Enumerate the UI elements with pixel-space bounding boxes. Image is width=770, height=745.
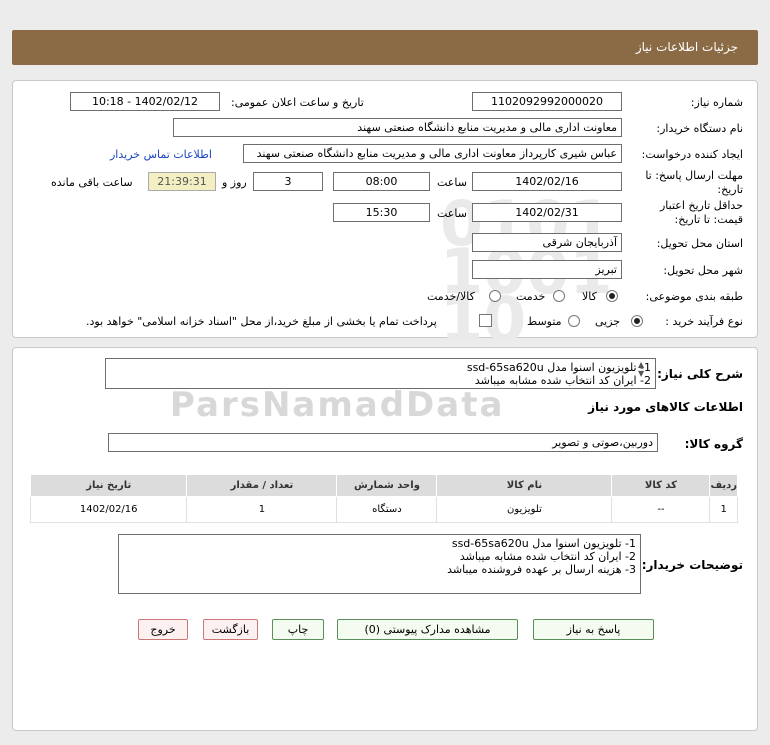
- purchase-type-option-medium: متوسط: [527, 315, 562, 328]
- category-option-service: خدمت: [516, 290, 546, 303]
- page-header: جزئیات اطلاعات نیاز: [12, 30, 758, 65]
- table-row: 1 -- تلویزیون دستگاه 1 1402/02/16: [29, 496, 738, 523]
- price-validity-date-field: 1402/02/31: [472, 203, 622, 222]
- reply-time-label: ساعت: [437, 176, 467, 189]
- col-need-date: تاریخ نیاز: [29, 474, 188, 497]
- need-number-label: شماره نیاز:: [690, 96, 743, 109]
- price-validity-label-line2: قیمت: تا تاریخ:: [674, 213, 743, 226]
- goods-info-title: اطلاعات کالاهای مورد نیاز: [588, 400, 743, 414]
- print-button[interactable]: چاپ: [272, 619, 324, 640]
- col-quantity: تعداد / مقدار: [186, 474, 338, 497]
- category-option-goods-service: کالا/خدمت: [427, 290, 475, 303]
- price-validity-label-line1: حداقل تاریخ اعتبار: [659, 199, 743, 212]
- cell-goods-code: --: [611, 496, 711, 523]
- purchase-type-radio-medium[interactable]: [568, 315, 580, 327]
- delivery-province-label: استان محل تحویل:: [656, 237, 743, 250]
- cell-row-number: 1: [709, 496, 738, 523]
- delivery-province-field: آذربایجان شرقی: [472, 233, 622, 252]
- category-radio-goods-service[interactable]: [489, 290, 501, 302]
- category-option-goods: کالا: [582, 290, 597, 303]
- buyer-org-label: نام دستگاه خریدار:: [656, 122, 743, 135]
- reply-button[interactable]: پاسخ به نیاز: [533, 619, 654, 640]
- watermark-text: ParsNamadData: [170, 385, 505, 425]
- cell-unit: دستگاه: [336, 496, 438, 523]
- col-goods-code: کد کالا: [611, 474, 711, 497]
- purchase-type-radio-minor[interactable]: [631, 315, 643, 327]
- back-button[interactable]: بازگشت: [203, 619, 258, 640]
- view-attachments-button[interactable]: مشاهده مدارک پیوستی (0): [337, 619, 518, 640]
- buyer-contact-link[interactable]: اطلاعات تماس خریدار: [110, 148, 212, 161]
- col-unit: واحد شمارش: [336, 474, 438, 497]
- col-row-number: ردیف: [709, 474, 738, 497]
- buyer-org-field: معاونت اداری مالی و مدیریت منابع دانشگاه…: [173, 118, 622, 137]
- need-number-field: 1102092992000020: [472, 92, 622, 111]
- announce-datetime-field: 1402/02/12 - 10:18: [70, 92, 220, 111]
- goods-group-label: گروه کالا:: [684, 437, 743, 451]
- col-goods-name: نام کالا: [436, 474, 613, 497]
- requester-field: عباس شیری کارپرداز معاونت اداری مالی و م…: [243, 144, 622, 163]
- goods-table: ردیف کد کالا نام کالا واحد شمارش تعداد /…: [29, 474, 738, 523]
- buyer-notes-label: توضیحات خریدار:: [641, 558, 743, 572]
- time-remaining-field: 21:39:31: [148, 172, 216, 191]
- scroll-arrows-icon[interactable]: ▲ ▼: [638, 360, 644, 378]
- cell-need-date: 1402/02/16: [29, 496, 188, 523]
- reply-deadline-label-line1: مهلت ارسال پاسخ: تا: [645, 169, 743, 182]
- category-label: طبقه بندی موضوعی:: [645, 290, 743, 303]
- exit-button[interactable]: خروج: [138, 619, 188, 640]
- delivery-city-field: تبریز: [472, 260, 622, 279]
- price-validity-time-label: ساعت: [437, 207, 467, 220]
- treasury-payment-note: پرداخت تمام یا بخشی از مبلغ خرید،از محل …: [86, 315, 437, 328]
- category-radio-goods[interactable]: [606, 290, 618, 302]
- requester-label: ایجاد کننده درخواست:: [641, 148, 743, 161]
- summary-label: شرح کلی نیاز:: [657, 367, 743, 381]
- reply-deadline-label-line2: تاریخ:: [717, 183, 743, 196]
- purchase-type-option-minor: جزیی: [595, 315, 621, 328]
- announce-datetime-label: تاریخ و ساعت اعلان عمومی:: [231, 96, 364, 109]
- goods-group-field: دوربین،صوتی و تصویر: [108, 433, 658, 452]
- price-validity-time-field: 15:30: [333, 203, 430, 222]
- category-radio-service[interactable]: [553, 290, 565, 302]
- reply-deadline-date-field: 1402/02/16: [472, 172, 622, 191]
- treasury-payment-checkbox[interactable]: [479, 314, 492, 327]
- delivery-city-label: شهر محل تحویل:: [663, 264, 743, 277]
- cell-quantity: 1: [186, 496, 338, 523]
- table-header-row: ردیف کد کالا نام کالا واحد شمارش تعداد /…: [29, 474, 738, 497]
- days-remaining-field: 3: [253, 172, 323, 191]
- buyer-notes-textarea[interactable]: 1- تلویزیون اسنوا مدل ssd-65sa620u 2- ای…: [118, 534, 641, 594]
- time-remaining-label: ساعت باقی مانده: [51, 176, 133, 189]
- cell-goods-name: تلویزیون: [436, 496, 613, 523]
- summary-textarea[interactable]: 1- تلویزیون اسنوا مدل ssd-65sa620u 2- ای…: [105, 358, 656, 389]
- purchase-type-label: نوع فرآیند خرید :: [665, 315, 743, 328]
- days-label: روز و: [222, 176, 247, 189]
- reply-deadline-time-field: 08:00: [333, 172, 430, 191]
